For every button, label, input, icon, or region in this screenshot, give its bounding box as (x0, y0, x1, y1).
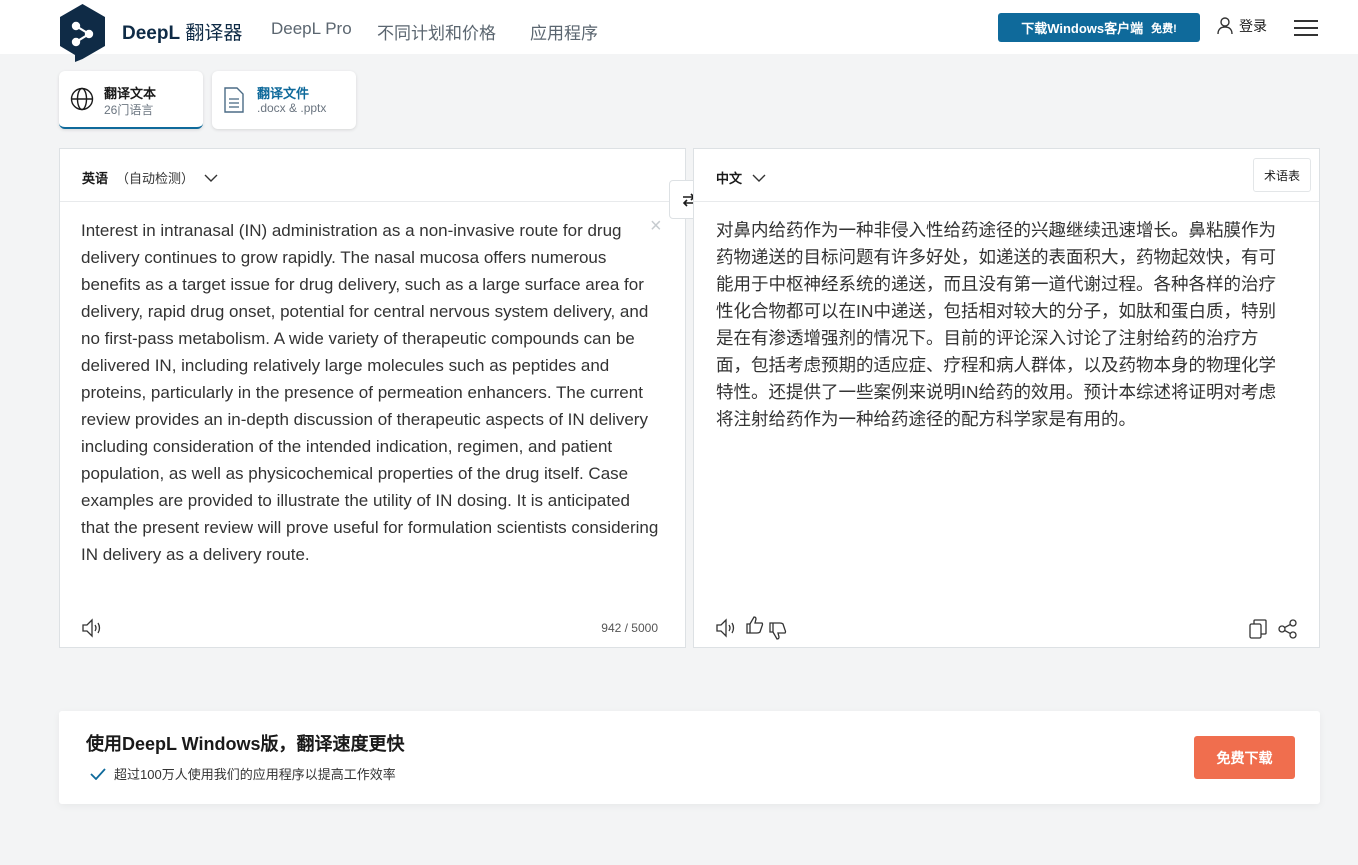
share-icon[interactable] (1278, 619, 1298, 639)
download-windows-label: 下载Windows客户端 (1021, 21, 1144, 36)
nav-deepl-pro[interactable]: DeepL Pro (271, 19, 352, 39)
translation-output[interactable]: 对鼻内给药作为一种非侵入性给药途径的兴趣继续迅速增长。鼻粘膜作为药物递送的目标问… (716, 217, 1286, 433)
download-free-label: 免费! (1151, 22, 1177, 35)
globe-icon (70, 87, 94, 111)
document-icon (224, 87, 244, 113)
source-language-selector[interactable]: 英语 （自动检测） (82, 168, 218, 187)
nav-apps[interactable]: 应用程序 (530, 19, 598, 44)
chevron-down-icon (204, 174, 218, 182)
tab-text-title: 翻译文本 (104, 86, 157, 101)
character-counter: 942 / 5000 (601, 621, 658, 635)
target-language: 中文 (716, 171, 743, 186)
source-language: 英语 (82, 171, 109, 186)
tab-text-subtitle: 26门语言 (104, 103, 154, 117)
source-textarea[interactable]: Interest in intranasal (IN) administrati… (81, 217, 661, 568)
brand-suffix: 翻译器 (185, 23, 243, 44)
login-label: 登录 (1239, 18, 1267, 34)
copy-icon[interactable] (1249, 619, 1267, 639)
source-auto-detect: （自动检测） (116, 171, 195, 186)
brand-name[interactable]: DeepL 翻译器 (122, 18, 242, 45)
deepl-logo[interactable] (59, 4, 106, 62)
top-header: DeepL 翻译器 DeepL Pro 不同计划和价格 应用程序 下载Windo… (0, 0, 1358, 62)
windows-app-promo: 使用DeepL Windows版，翻译速度更快 超过100万人使用我们的应用程序… (59, 711, 1320, 804)
target-panel-header: 中文 术语表 (694, 149, 1319, 202)
glossary-button[interactable]: 术语表 (1253, 158, 1311, 192)
speaker-icon[interactable] (81, 618, 103, 638)
nav-pricing[interactable]: 不同计划和价格 (377, 19, 496, 44)
promo-subtitle-text: 超过100万人使用我们的应用程序以提高工作效率 (114, 767, 396, 782)
hamburger-menu-icon[interactable] (1294, 20, 1318, 37)
promo-subtitle: 超过100万人使用我们的应用程序以提高工作效率 (90, 764, 396, 783)
thumbs-up-icon[interactable] (745, 615, 765, 635)
download-windows-button[interactable]: 下载Windows客户端 免费! (998, 13, 1200, 42)
brand-deepl: DeepL (122, 23, 181, 44)
thumbs-down-icon[interactable] (768, 621, 788, 641)
checkmark-icon (90, 767, 106, 780)
clear-source-icon[interactable]: × (650, 215, 662, 238)
tab-translate-files[interactable]: 翻译文件 .docx & .pptx (212, 71, 356, 129)
speaker-icon[interactable] (715, 618, 737, 638)
login-button[interactable]: 登录 (1217, 16, 1267, 36)
target-language-selector[interactable]: 中文 (716, 168, 766, 187)
target-panel: 中文 术语表 对鼻内给药作为一种非侵入性给药途径的兴趣继续迅速增长。鼻粘膜作为药… (693, 148, 1320, 648)
source-panel: 英语 （自动检测） Interest in intranasal (IN) ad… (59, 148, 686, 648)
source-panel-header: 英语 （自动检测） (60, 149, 685, 202)
chevron-down-icon (752, 174, 766, 182)
promo-title: 使用DeepL Windows版，翻译速度更快 (86, 734, 405, 754)
free-download-button[interactable]: 免费下载 (1194, 736, 1295, 779)
tab-translate-text[interactable]: 翻译文本 26门语言 (59, 71, 203, 129)
user-icon (1217, 17, 1233, 35)
tab-file-subtitle: .docx & .pptx (257, 101, 327, 115)
tab-file-title: 翻译文件 (257, 86, 310, 101)
